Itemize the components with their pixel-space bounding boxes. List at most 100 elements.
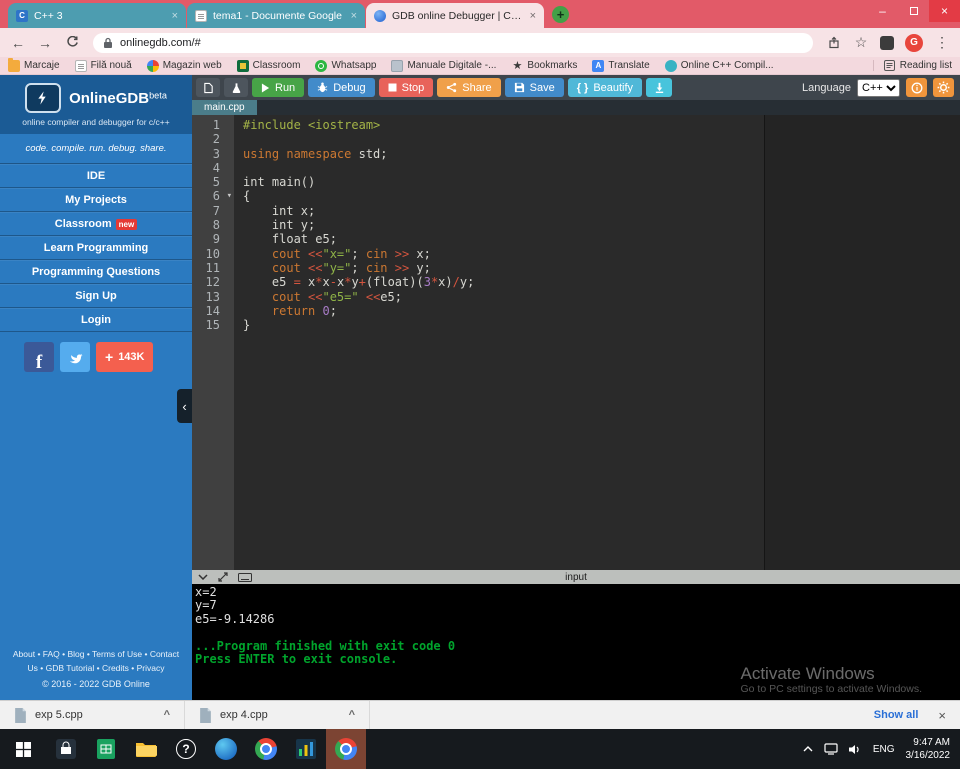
code-line[interactable]: return 0; [243,304,960,318]
display-icon[interactable] [824,743,838,755]
volume-icon[interactable] [849,744,862,755]
code-line[interactable]: int y; [243,218,960,232]
fold-arrow-icon[interactable]: ▾ [227,189,232,203]
clock[interactable]: 9:47 AM 3/16/2022 [906,736,951,763]
code-token: >> [395,261,409,275]
beautify-button[interactable]: { } Beautify [568,78,642,97]
bookmark-item[interactable]: Magazin web [147,60,222,72]
browser-tab[interactable]: GDB online Debugger | Compile× [366,3,544,28]
stop-button[interactable]: Stop [379,78,434,97]
bookmark-item[interactable]: Translate [592,60,649,72]
bookmark-item[interactable]: Manuale Digitale -... [391,60,496,72]
window-minimize-button[interactable]: – [867,0,898,22]
code-line[interactable]: #include <iostream> [243,118,960,132]
code-line[interactable] [243,161,960,175]
show-all-downloads-link[interactable]: Show all [874,709,919,721]
new-file-button[interactable] [196,78,220,97]
back-button[interactable]: ← [10,35,26,51]
language-select[interactable]: C++ [857,79,900,97]
sidebar-item-label: Classroom [55,218,112,230]
profile-avatar[interactable]: G [905,34,923,52]
taskbar-sheets-app[interactable] [86,729,126,769]
browser-tab[interactable]: C++ 3× [8,3,186,28]
facebook-button[interactable]: f [24,342,54,372]
browser-menu-button[interactable]: ⋮ [934,35,950,51]
taskbar-chart-app[interactable] [286,729,326,769]
sidebar-item-ide[interactable]: IDE [0,164,192,188]
share-code-button[interactable]: Share [437,78,500,97]
input-language[interactable]: ENG [873,744,895,755]
console[interactable]: x=2y=7e5=-9.14286 ...Program finished wi… [192,584,960,700]
tab-close-icon[interactable]: × [172,10,178,22]
extension-icon[interactable] [880,36,894,50]
taskbar-file-explorer[interactable] [126,729,166,769]
info-icon [911,82,923,94]
bookmark-star-button[interactable]: ☆ [853,35,869,51]
code-line[interactable]: } [243,318,960,332]
download-menu-caret-icon[interactable]: ^ [349,709,355,721]
new-tab-button[interactable]: + [552,6,569,23]
code-line[interactable]: using namespace std; [243,147,960,161]
window-close-button[interactable]: × [929,0,960,22]
code-token: cout [272,247,308,261]
code-token: using namespace [243,147,351,161]
info-button[interactable] [906,78,927,97]
code-editor[interactable]: 123456▾789101112131415 #include <iostrea… [192,115,960,570]
examples-button[interactable] [224,78,248,97]
tab-close-icon[interactable]: × [530,10,536,22]
sidebar-item-login[interactable]: Login [0,308,192,332]
onlinegdb-logo [25,83,61,113]
code-line[interactable]: cout <<"y="; cin >> y; [243,261,960,275]
download-menu-caret-icon[interactable]: ^ [164,709,170,721]
tab-close-icon[interactable]: × [351,10,357,22]
twitter-button[interactable] [60,342,90,372]
bookmark-item[interactable]: Whatsapp [315,60,376,72]
tray-expand-icon[interactable] [803,746,813,752]
save-button[interactable]: Save [505,78,564,97]
file-tab-main-cpp[interactable]: main.cpp [192,100,257,115]
settings-button[interactable] [933,78,954,97]
download-item[interactable]: exp 5.cpp^ [0,701,185,729]
sidebar-item-classroom[interactable]: Classroomnew [0,212,192,236]
taskbar-store-app[interactable] [46,729,86,769]
bookmark-item[interactable]: Marcaje [8,60,60,72]
code-line[interactable]: { [243,189,960,203]
code-line[interactable]: int main() [243,175,960,189]
sidebar-collapse-button[interactable]: ‹ [177,389,192,423]
download-item[interactable]: exp 4.cpp^ [185,701,370,729]
download-button[interactable] [646,78,672,97]
bookmark-label: Online C++ Compil... [681,60,774,71]
taskbar-chrome-browser[interactable] [246,729,286,769]
bookmark-item[interactable]: Classroom [237,60,301,72]
reading-list-button[interactable]: Reading list [873,60,952,71]
bookmark-item[interactable]: Bookmarks [511,60,577,72]
browser-tab[interactable]: tema1 - Documente Google× [187,3,365,28]
code-line[interactable]: cout <<"x="; cin >> x; [243,247,960,261]
refresh-button[interactable] [64,35,80,51]
bookmark-item[interactable]: Filă nouă [75,60,132,72]
code-line[interactable] [243,132,960,146]
footer-links[interactable]: About • FAQ • Blog • Terms of Use • Cont… [8,647,184,675]
sidebar-item-sign-up[interactable]: Sign Up [0,284,192,308]
forward-button[interactable]: → [37,35,53,51]
window-maximize-button[interactable] [898,0,929,22]
taskbar-edge-browser[interactable] [206,729,246,769]
address-bar[interactable]: onlinegdb.com/# [93,33,813,53]
addthis-share-button[interactable]: + 143K [96,342,153,372]
start-button[interactable] [0,729,46,769]
code-line[interactable]: e5 = x*x-x*y+(float)(3*x)/y; [243,275,960,289]
taskbar-help-app[interactable]: ? [166,729,206,769]
sidebar-item-learn-programming[interactable]: Learn Programming [0,236,192,260]
share-button[interactable] [826,35,842,51]
code-line[interactable]: cout <<"e5=" <<e5; [243,290,960,304]
sidebar-item-programming-questions[interactable]: Programming Questions [0,260,192,284]
taskbar-chrome-active[interactable] [326,729,366,769]
code-line[interactable]: float e5; [243,232,960,246]
code-lines[interactable]: #include <iostream> using namespace std;… [234,115,960,570]
bookmark-item[interactable]: Online C++ Compil... [665,60,774,72]
debug-button[interactable]: Debug [308,78,374,97]
close-downloads-bar-button[interactable]: × [938,708,946,723]
sidebar-item-my-projects[interactable]: My Projects [0,188,192,212]
run-button[interactable]: Run [252,78,304,97]
code-line[interactable]: int x; [243,204,960,218]
